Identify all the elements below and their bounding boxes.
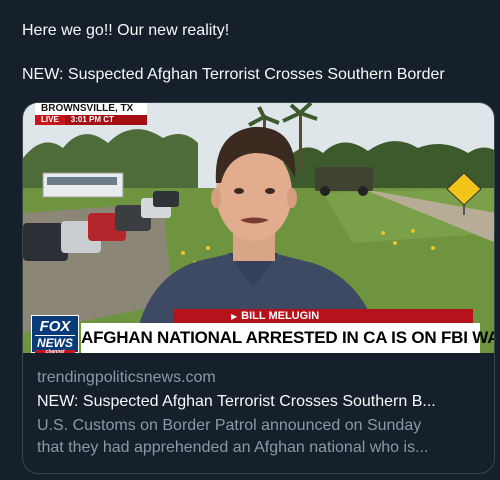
- post-text-line-1: Here we go!! Our new reality!: [22, 22, 230, 39]
- card-description-line-2: that they had apprehended an Afghan nati…: [37, 439, 429, 456]
- broadcast-time: 3:01 PM CT: [64, 115, 147, 125]
- card-meta[interactable]: trendingpoliticsnews.com NEW: Suspected …: [37, 367, 482, 459]
- location-bug: BROWNSVILLE, TX LIVE 3:01 PM CT: [35, 103, 147, 125]
- card-description: U.S. Customs on Border Patrol announced …: [37, 415, 482, 459]
- card-description-line-1: U.S. Customs on Border Patrol announced …: [37, 417, 422, 434]
- card-title[interactable]: NEW: Suspected Afghan Terrorist Crosses …: [37, 391, 482, 413]
- chyron-headline: AFGHAN NATIONAL ARRESTED IN CA IS ON FBI…: [81, 323, 494, 353]
- live-badge: LIVE: [35, 115, 65, 125]
- fox-news-logo: FOX NEWS channel: [31, 315, 79, 353]
- post-text-line-2: NEW: Suspected Afghan Terrorist Crosses …: [22, 66, 445, 83]
- location-label: BROWNSVILLE, TX: [35, 103, 147, 115]
- reporter-bar: ▶ BILL MELUGIN: [173, 309, 473, 323]
- post-text: Here we go!! Our new reality! NEW: Suspe…: [22, 20, 492, 86]
- card-domain: trendingpoliticsnews.com: [37, 369, 216, 386]
- triangle-icon: ▶: [231, 312, 238, 321]
- card-media-image[interactable]: BROWNSVILLE, TX LIVE 3:01 PM CT ▶ BILL ME…: [23, 103, 494, 353]
- news-chyron: ▶ BILL MELUGIN AFGHAN NATIONAL ARRESTED I…: [23, 309, 494, 353]
- reporter-name: BILL MELUGIN: [241, 310, 320, 322]
- link-preview-card[interactable]: BROWNSVILLE, TX LIVE 3:01 PM CT ▶ BILL ME…: [22, 102, 495, 474]
